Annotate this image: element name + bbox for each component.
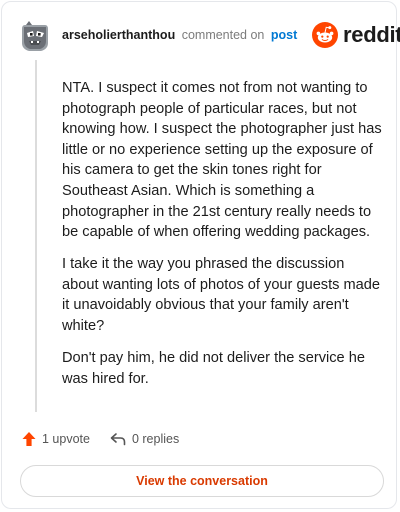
replies-count: 0 replies — [131, 432, 180, 446]
reddit-brand[interactable]: reddit — [312, 22, 400, 48]
commented-on-text: commented on — [181, 28, 265, 42]
snoo-avatar-icon — [22, 21, 48, 51]
upvote-arrow-icon — [22, 432, 36, 446]
comment-card: arseholierthanthou commented on post red… — [1, 1, 400, 509]
comment-header: arseholierthanthou commented on post — [62, 28, 297, 42]
comment-paragraph: NTA. I suspect it comes not from not wan… — [62, 80, 382, 241]
upvote-count: 1 upvote — [42, 432, 90, 446]
comment-paragraph: Don't pay him, he did not deliver the se… — [62, 350, 365, 387]
reply-arrow-icon — [110, 433, 126, 446]
replies-button[interactable]: 0 replies — [110, 432, 179, 446]
username-link[interactable]: arseholierthanthou — [62, 28, 175, 42]
comment-body: NTA. I suspect it comes not from not wan… — [62, 78, 384, 401]
post-link[interactable]: post — [271, 28, 297, 42]
reddit-logo-icon — [312, 22, 338, 48]
comment-paragraph: I take it the way you phrased the discus… — [62, 256, 381, 335]
reddit-wordmark: reddit — [343, 22, 400, 47]
avatar[interactable] — [19, 21, 51, 53]
thread-line — [35, 60, 37, 412]
view-conversation-button[interactable]: View the conversation — [20, 465, 384, 497]
comment-actions: 1 upvote 0 replies — [22, 431, 179, 447]
upvote-button[interactable]: 1 upvote — [22, 431, 90, 447]
